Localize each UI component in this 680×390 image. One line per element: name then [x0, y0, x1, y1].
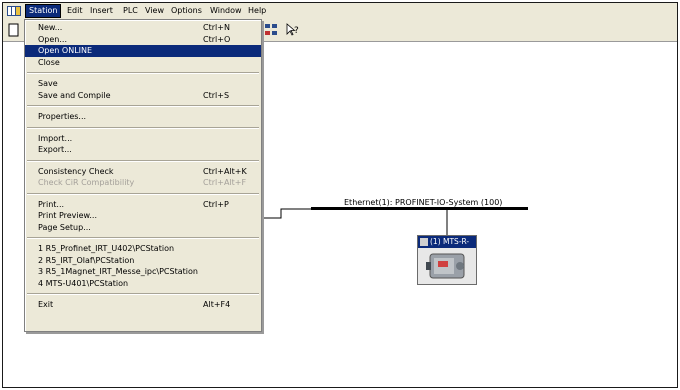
device-connector [446, 210, 448, 235]
menu-separator [27, 159, 259, 162]
menu-item-export[interactable]: Export... [25, 144, 261, 156]
recent-file-3[interactable]: 3 R5_1Magnet_IRT_Messe_ipc\PCStation [25, 266, 261, 278]
menu-window[interactable]: Window [207, 5, 245, 17]
menu-item-print[interactable]: Print... Ctrl+P [25, 199, 261, 211]
menu-help[interactable]: Help [245, 5, 269, 17]
menu-item-new[interactable]: New... Ctrl+N [25, 22, 261, 34]
station-dropdown-menu: New... Ctrl+N Open... Ctrl+O Open ONLINE C… [24, 19, 262, 332]
network-view-icon[interactable] [263, 22, 279, 38]
menu-separator [27, 192, 259, 195]
device-icon [420, 238, 428, 246]
menu-item-check-cir-compatibility: Check CiR Compatibility Ctrl+Alt+F [38, 178, 247, 187]
menu-item-save-and-compile[interactable]: Save and Compile Ctrl+S [25, 90, 261, 102]
menu-plc[interactable]: PLC [120, 5, 141, 17]
menu-separator [27, 237, 259, 239]
sensor-device-icon [426, 253, 465, 279]
app-icon[interactable] [7, 6, 21, 16]
profinet-device[interactable]: (1) MTS-R- [417, 235, 477, 285]
menu-item-properties[interactable]: Properties... [25, 111, 261, 123]
menu-item-open-online[interactable]: Open ONLINE [25, 45, 261, 57]
menu-options[interactable]: Options [168, 5, 205, 17]
menu-separator [27, 126, 259, 129]
svg-text:?: ? [294, 26, 299, 36]
menu-item-exit[interactable]: Exit Alt+F4 [25, 299, 261, 311]
menu-insert[interactable]: Insert [87, 5, 116, 17]
menu-item-import[interactable]: Import... [25, 133, 261, 145]
menu-item-consistency-check[interactable]: Consistency Check Ctrl+Alt+K [25, 166, 261, 178]
menu-view[interactable]: View [142, 5, 167, 17]
menu-item-save[interactable]: Save [25, 78, 261, 90]
help-pointer-icon[interactable]: ? [285, 22, 301, 38]
device-title-label: (1) MTS-R- [430, 237, 470, 246]
recent-file-1[interactable]: 1 R5_Profinet_IRT_U402\PCStation [25, 243, 261, 255]
menu-separator [27, 72, 259, 74]
menu-item-print-preview[interactable]: Print Preview... [25, 210, 261, 222]
ethernet-label: Ethernet(1): PROFINET-IO-System (100) [344, 198, 503, 207]
device-title: (1) MTS-R- [418, 236, 476, 248]
menu-item-page-setup[interactable]: Page Setup... [25, 222, 261, 234]
connector-line [262, 208, 314, 219]
ethernet-bus-line[interactable] [311, 207, 528, 210]
recent-file-2[interactable]: 2 R5_IRT_Olaf\PCStation [25, 255, 261, 267]
menu-edit[interactable]: Edit [64, 5, 86, 17]
menu-separator [27, 105, 259, 107]
menu-separator [27, 293, 259, 295]
recent-file-4[interactable]: 4 MTS-U401\PCStation [25, 278, 261, 290]
menu-item-open[interactable]: Open... Ctrl+O [25, 34, 261, 46]
menu-bar: Station Edit Insert PLC View Options Win… [3, 3, 677, 20]
menu-station[interactable]: Station [25, 4, 62, 18]
menu-item-close[interactable]: Close [25, 57, 261, 69]
new-document-icon[interactable] [6, 22, 22, 38]
